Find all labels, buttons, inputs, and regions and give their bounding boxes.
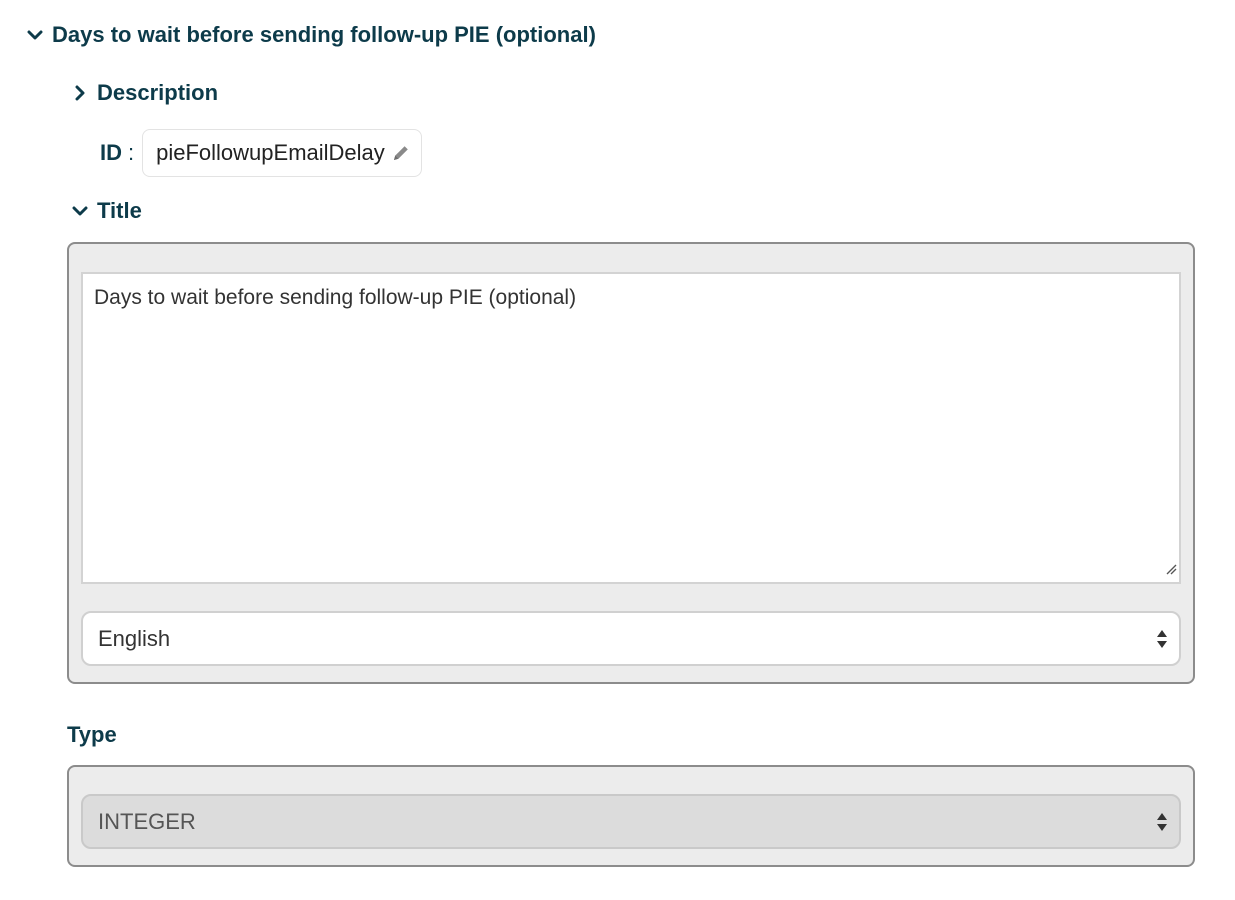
id-separator: : [128,140,135,165]
language-selected-value: English [98,625,171,651]
title-textarea[interactable]: Days to wait before sending follow-up PI… [81,272,1181,584]
select-arrows-icon [1156,628,1168,650]
title-toggle[interactable]: Title [71,198,142,224]
id-label: ID [100,140,122,165]
description-toggle[interactable]: Description [71,80,218,106]
chevron-down-icon [26,26,44,44]
title-label: Title [97,198,142,223]
chevron-right-icon [71,84,89,102]
language-select[interactable]: English [81,611,1181,666]
id-edit-field[interactable]: pieFollowupEmailDelay [142,129,422,177]
select-arrows-icon [1156,811,1168,833]
section-toggle-days-to-wait[interactable]: Days to wait before sending follow-up PI… [26,22,596,48]
title-panel: Days to wait before sending follow-up PI… [67,242,1195,684]
section-title: Days to wait before sending follow-up PI… [52,22,596,47]
type-label: Type [67,722,117,747]
resize-grip-icon[interactable] [1165,562,1177,580]
type-select[interactable]: INTEGER [81,794,1181,849]
id-row: ID : pieFollowupEmailDelay [100,129,422,177]
id-value: pieFollowupEmailDelay [156,140,385,165]
title-textarea-wrapper: Days to wait before sending follow-up PI… [81,272,1181,584]
pencil-icon[interactable] [391,143,411,163]
description-label: Description [97,80,219,105]
type-selected-value: INTEGER [98,808,196,834]
type-panel: INTEGER [67,765,1195,867]
chevron-down-icon [71,202,89,220]
